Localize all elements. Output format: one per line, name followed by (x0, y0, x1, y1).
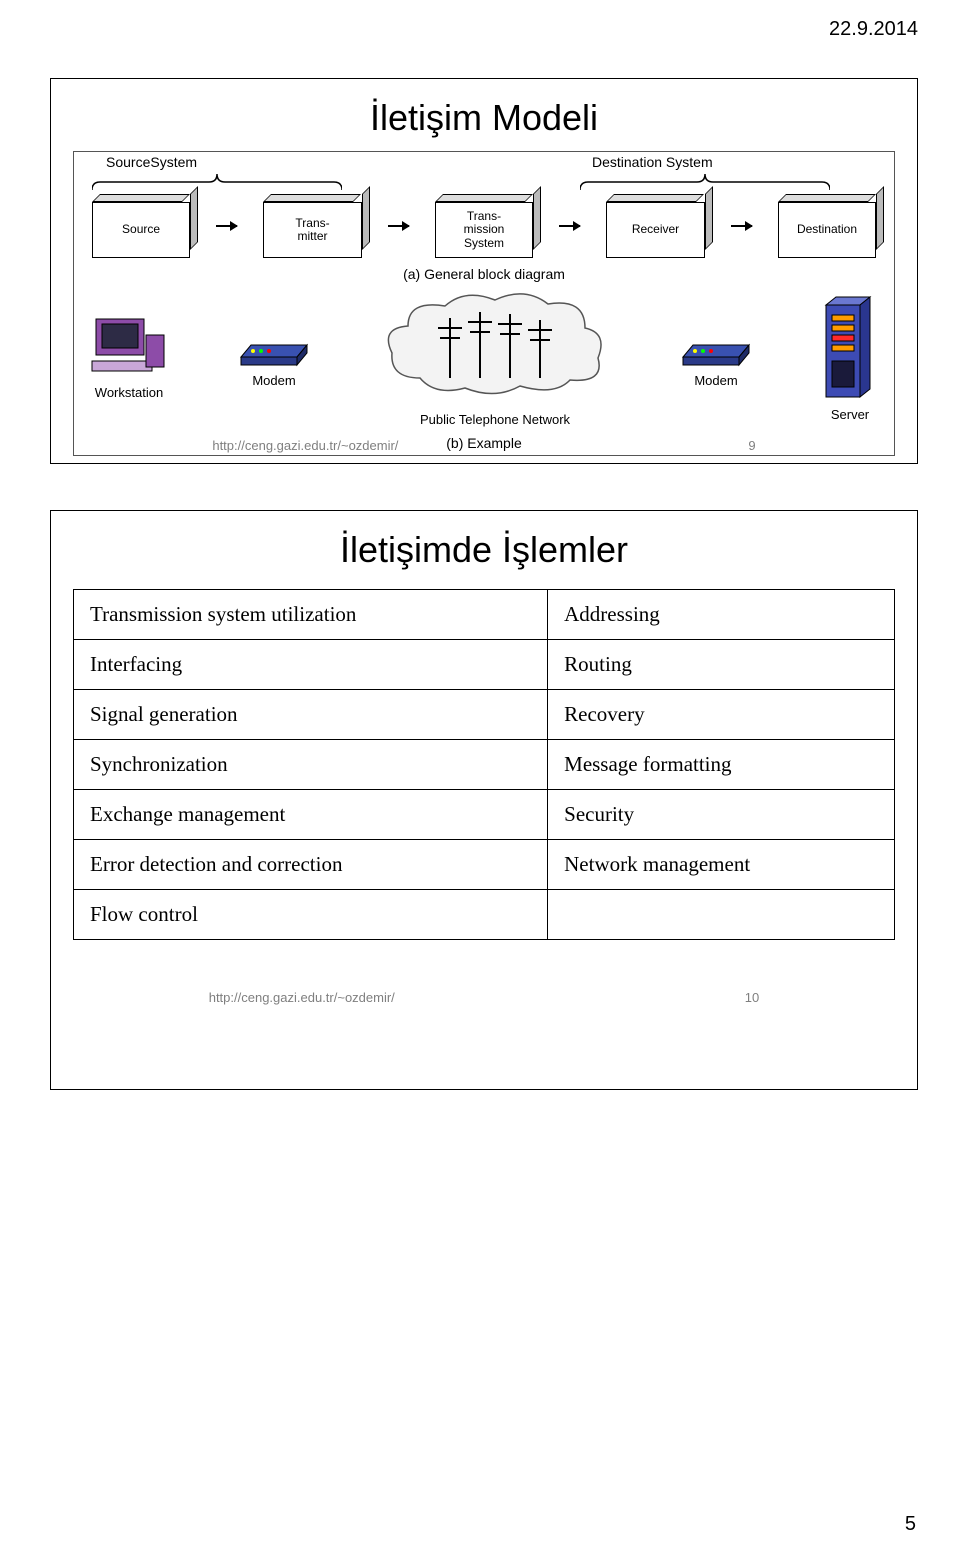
source-system-label: SourceSystem (106, 154, 197, 170)
arrow-icon (731, 225, 752, 227)
box-destination: Destination (778, 194, 876, 258)
table-row: Synchronization Message formatting (74, 740, 895, 790)
slide-2: İletişimde İşlemler Transmission system … (50, 510, 918, 1090)
table-row: Exchange management Security (74, 790, 895, 840)
box-receiver-label: Receiver (606, 202, 704, 258)
cloud-network-icon (380, 288, 610, 408)
table-cell: Message formatting (548, 740, 895, 790)
modem-icon (237, 327, 311, 369)
block-diagram-row: Source Trans- mitter Trans- mission Syst… (74, 194, 894, 258)
caption-a: (a) General block diagram (74, 266, 894, 282)
table-cell (548, 890, 895, 940)
page-date: 22.9.2014 (829, 18, 918, 41)
server-icon (822, 293, 878, 403)
table-row: Signal generation Recovery (74, 690, 895, 740)
workstation-item: Workstation (90, 315, 168, 400)
table-cell: Flow control (74, 890, 548, 940)
workstation-icon (90, 315, 168, 381)
table-cell: Network management (548, 840, 895, 890)
table-row: Flow control (74, 890, 895, 940)
slide-2-footer-url: http://ceng.gazi.edu.tr/~ozdemir/ (209, 990, 395, 1005)
table-row: Transmission system utilization Addressi… (74, 590, 895, 640)
operations-table: Transmission system utilization Addressi… (73, 589, 895, 940)
box-source-label: Source (92, 202, 190, 258)
brace-right-icon (580, 172, 830, 192)
page-number: 5 (905, 1513, 916, 1536)
table-row: Error detection and correction Network m… (74, 840, 895, 890)
table-cell: Error detection and correction (74, 840, 548, 890)
communication-model-figure: SourceSystem Destination System Source (73, 151, 895, 456)
workstation-label: Workstation (95, 385, 163, 400)
slide-2-footer-num: 10 (745, 990, 759, 1005)
table-cell: Security (548, 790, 895, 840)
modem-1-label: Modem (252, 373, 295, 388)
table-cell: Transmission system utilization (74, 590, 548, 640)
table-cell: Interfacing (74, 640, 548, 690)
box-transmission-system: Trans- mission System (435, 194, 533, 258)
server-label: Server (831, 407, 869, 422)
slide-2-title: İletişimde İşlemler (73, 529, 895, 571)
box-destination-label: Destination (778, 202, 876, 258)
slide-1-footer-url: http://ceng.gazi.edu.tr/~ozdemir/ (212, 438, 398, 453)
brace-left-icon (92, 172, 342, 192)
slide-1-title: İletişim Modeli (73, 97, 895, 139)
table-cell: Synchronization (74, 740, 548, 790)
destination-system-label: Destination System (592, 154, 713, 170)
table-cell: Signal generation (74, 690, 548, 740)
table-cell: Exchange management (74, 790, 548, 840)
arrow-icon (388, 225, 409, 227)
slide-1-footer-num: 9 (748, 438, 755, 453)
box-source: Source (92, 194, 190, 258)
telephone-network-item: Public Telephone Network (380, 288, 610, 427)
modem-2-item: Modem (679, 327, 753, 388)
box-receiver: Receiver (606, 194, 704, 258)
arrow-icon (216, 225, 237, 227)
slide-1: İletişim Modeli SourceSystem Destination… (50, 78, 918, 464)
server-item: Server (822, 293, 878, 422)
table-cell: Recovery (548, 690, 895, 740)
box-transmission-system-label: Trans- mission System (435, 202, 533, 258)
box-transmitter: Trans- mitter (263, 194, 361, 258)
table-row: Interfacing Routing (74, 640, 895, 690)
table-cell: Addressing (548, 590, 895, 640)
table-cell: Routing (548, 640, 895, 690)
box-transmitter-label: Trans- mitter (263, 202, 361, 258)
modem-2-label: Modem (694, 373, 737, 388)
telephone-network-label: Public Telephone Network (420, 412, 570, 427)
modem-1-item: Modem (237, 327, 311, 388)
modem-icon (679, 327, 753, 369)
example-row: Workstation Modem (74, 282, 894, 427)
arrow-icon (559, 225, 580, 227)
